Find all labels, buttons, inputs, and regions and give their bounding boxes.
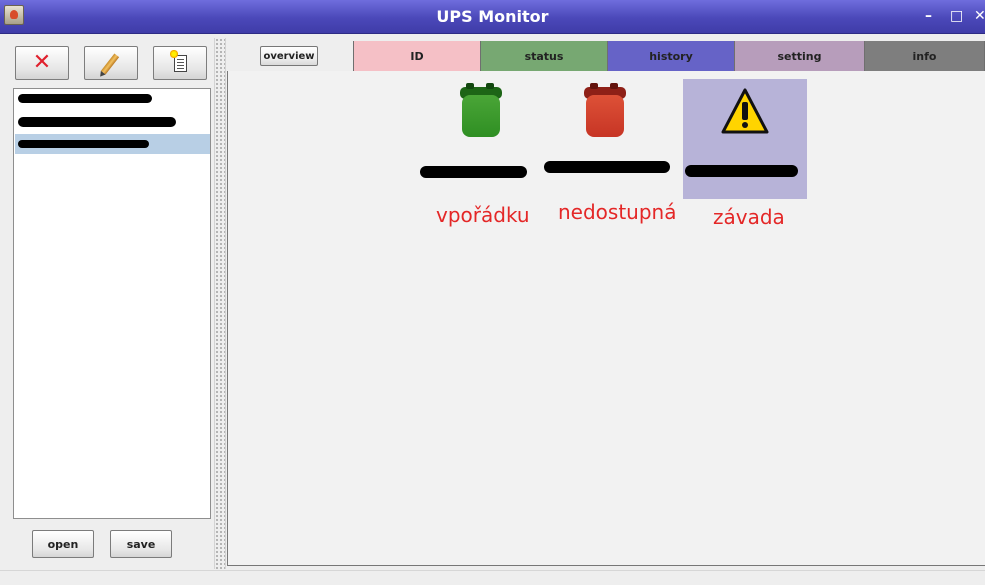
main-panel: overview ID status history setting info <box>227 41 985 566</box>
tab-setting[interactable]: setting <box>735 41 865 71</box>
list-item[interactable] <box>15 89 210 109</box>
status-label-fault: závada <box>713 205 785 229</box>
tab-id[interactable]: ID <box>354 41 481 71</box>
delete-button[interactable]: ✕ <box>15 46 69 80</box>
redacted-device-name <box>685 165 798 177</box>
split-pane-divider[interactable] <box>214 38 226 569</box>
warning-icon <box>721 88 769 134</box>
status-label-unavailable: nedostupná <box>558 200 677 224</box>
device-card-unavailable[interactable] <box>544 79 670 199</box>
redacted-device-name <box>420 166 527 178</box>
new-document-icon <box>170 50 187 72</box>
status-bar <box>0 570 985 585</box>
list-item[interactable] <box>15 112 210 132</box>
redacted-device-name <box>544 161 670 173</box>
window-titlebar: UPS Monitor – □ ✕ <box>0 0 985 34</box>
device-card-fault[interactable] <box>683 79 807 199</box>
tab-info[interactable]: info <box>865 41 985 71</box>
tab-bar: overview ID status history setting info <box>227 41 985 71</box>
add-device-button[interactable] <box>153 46 207 80</box>
minimize-icon[interactable]: – <box>925 8 932 24</box>
red-battery-icon <box>582 83 628 141</box>
tab-overview[interactable]: overview <box>227 41 354 71</box>
redacted-device-name <box>18 140 149 148</box>
save-button[interactable]: save <box>110 530 172 558</box>
maximize-icon[interactable]: □ <box>950 8 963 24</box>
close-icon[interactable]: ✕ <box>974 8 985 24</box>
tab-history[interactable]: history <box>608 41 735 71</box>
tab-status[interactable]: status <box>481 41 608 71</box>
redacted-device-name <box>18 117 176 127</box>
device-card-ok[interactable] <box>420 79 544 199</box>
list-item-selected[interactable] <box>15 134 210 154</box>
edit-button[interactable] <box>84 46 138 80</box>
open-button[interactable]: open <box>32 530 94 558</box>
redacted-device-name <box>18 94 152 103</box>
device-list-panel: ✕ open save <box>6 38 212 570</box>
tab-overview-label[interactable]: overview <box>260 46 318 66</box>
overview-content: vpořádku nedostupná závada <box>227 71 985 566</box>
delete-icon: ✕ <box>32 50 52 75</box>
green-battery-icon <box>458 83 504 141</box>
window-title: UPS Monitor <box>436 7 549 26</box>
device-list[interactable] <box>13 88 211 519</box>
status-label-ok: vpořádku <box>436 203 530 227</box>
pencil-icon <box>100 53 120 75</box>
